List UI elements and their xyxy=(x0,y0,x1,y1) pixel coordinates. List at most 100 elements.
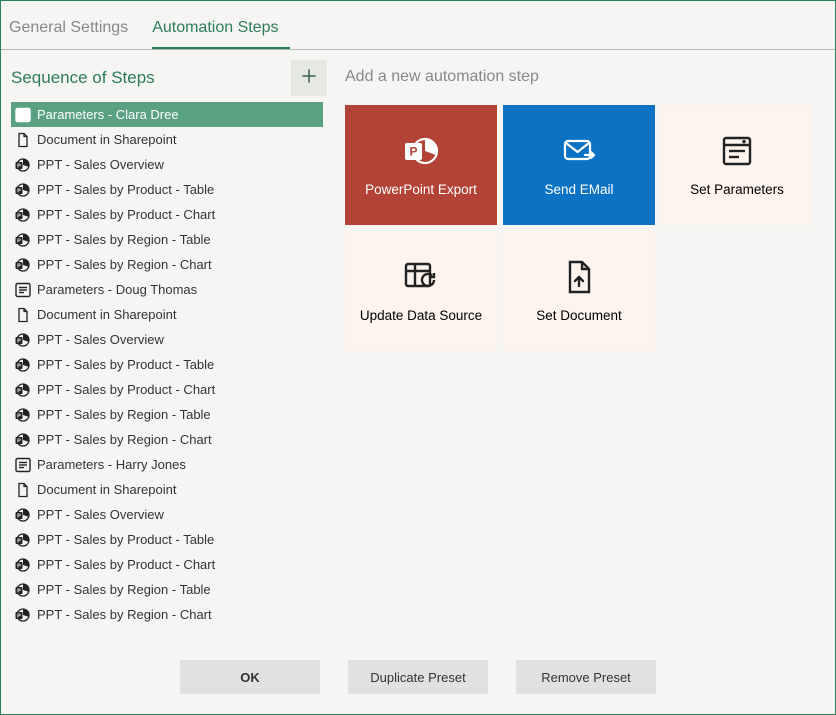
ppt-icon: P xyxy=(15,182,31,198)
step-item-label: PPT - Sales by Product - Table xyxy=(37,357,214,372)
step-item-label: Document in Sharepoint xyxy=(37,307,176,322)
svg-text:P: P xyxy=(17,238,21,244)
tile-set-parameters[interactable]: Set Parameters xyxy=(661,105,813,225)
ppt-icon: P xyxy=(15,607,31,623)
tile-label: Set Parameters xyxy=(690,182,784,199)
ok-button[interactable]: OK xyxy=(180,660,320,694)
step-item[interactable]: P PPT - Sales by Region - Table xyxy=(11,577,323,602)
svg-text:P: P xyxy=(17,388,21,394)
step-item-label: PPT - Sales by Region - Table xyxy=(37,407,211,422)
tile-powerpoint-export[interactable]: PPowerPoint Export xyxy=(345,105,497,225)
ppt-icon: P xyxy=(15,257,31,273)
step-item-label: PPT - Sales by Product - Table xyxy=(37,182,214,197)
step-item-label: PPT - Sales Overview xyxy=(37,157,164,172)
step-item-label: Document in Sharepoint xyxy=(37,482,176,497)
step-item-label: Parameters - Harry Jones xyxy=(37,457,186,472)
duplicate-preset-button[interactable]: Duplicate Preset xyxy=(348,660,488,694)
add-step-button[interactable] xyxy=(291,60,327,96)
params-icon xyxy=(15,282,31,298)
svg-text:P: P xyxy=(17,263,21,269)
ppt-icon: P xyxy=(15,157,31,173)
ppt-icon: P xyxy=(15,507,31,523)
step-item[interactable]: P PPT - Sales Overview xyxy=(11,327,323,352)
ppt-icon: P xyxy=(15,232,31,248)
svg-text:P: P xyxy=(17,213,21,219)
step-item-label: PPT - Sales by Region - Chart xyxy=(37,607,212,622)
step-item[interactable]: Parameters - Clara Dree xyxy=(11,102,323,127)
step-item[interactable]: P PPT - Sales by Region - Table xyxy=(11,402,323,427)
dialog-footer: OK Duplicate Preset Remove Preset xyxy=(1,646,835,714)
svg-text:P: P xyxy=(17,513,21,519)
tile-update-data-source[interactable]: Update Data Source xyxy=(345,231,497,351)
sequence-header: Sequence of Steps xyxy=(1,50,333,102)
step-item[interactable]: P PPT - Sales by Product - Chart xyxy=(11,377,323,402)
sequence-panel: Sequence of Steps Parameters - Clara Dre… xyxy=(1,50,333,646)
automation-dialog: General Settings Automation Steps Sequen… xyxy=(0,0,836,715)
step-item[interactable]: P PPT - Sales by Region - Table xyxy=(11,227,323,252)
remove-preset-button[interactable]: Remove Preset xyxy=(516,660,656,694)
dialog-body: Sequence of Steps Parameters - Clara Dre… xyxy=(1,50,835,646)
step-item-label: Parameters - Clara Dree xyxy=(37,107,179,122)
step-item-label: PPT - Sales Overview xyxy=(37,332,164,347)
ppt-export-icon: P xyxy=(401,132,441,170)
step-type-tiles: PPowerPoint ExportSend EMail Set Paramete… xyxy=(345,105,823,351)
add-step-title: Add a new automation step xyxy=(345,62,823,86)
step-item[interactable]: P PPT - Sales Overview xyxy=(11,502,323,527)
add-step-panel: Add a new automation step PPowerPoint Ex… xyxy=(333,50,835,646)
step-item[interactable]: Document in Sharepoint xyxy=(11,477,323,502)
tab-general-settings[interactable]: General Settings xyxy=(9,13,140,49)
ppt-icon: P xyxy=(15,407,31,423)
params-lg-icon xyxy=(717,132,757,170)
svg-text:P: P xyxy=(17,413,21,419)
step-item[interactable]: PPPT - Sales by Product - Chart xyxy=(11,202,323,227)
refresh-icon xyxy=(401,258,441,296)
step-item-label: PPT - Sales Overview xyxy=(37,507,164,522)
step-item[interactable]: Document in Sharepoint xyxy=(11,302,323,327)
ppt-icon: P xyxy=(15,432,31,448)
step-item-label: PPT - Sales by Product - Table xyxy=(37,532,214,547)
step-item-label: PPT - Sales by Product - Chart xyxy=(37,557,215,572)
ppt-icon: P xyxy=(15,557,31,573)
step-item[interactable]: Parameters - Harry Jones xyxy=(11,452,323,477)
step-item[interactable]: P PPT - Sales by Product - Chart xyxy=(11,552,323,577)
svg-text:P: P xyxy=(409,144,417,158)
doc-icon xyxy=(15,307,31,323)
step-item-label: Parameters - Doug Thomas xyxy=(37,282,197,297)
tile-send-email[interactable]: Send EMail xyxy=(503,105,655,225)
ppt-icon: P xyxy=(15,357,31,373)
step-item-label: PPT - Sales by Region - Table xyxy=(37,582,211,597)
step-item-label: PPT - Sales by Product - Chart xyxy=(37,382,215,397)
step-item[interactable]: PPPT - Sales by Region - Chart xyxy=(11,427,323,452)
step-item[interactable]: Parameters - Doug Thomas xyxy=(11,277,323,302)
svg-text:P: P xyxy=(17,163,21,169)
svg-text:P: P xyxy=(17,588,21,594)
svg-text:P: P xyxy=(17,188,21,194)
step-item-label: PPT - Sales by Region - Table xyxy=(37,232,211,247)
step-item[interactable]: P PPT - Sales by Product - Table xyxy=(11,352,323,377)
svg-text:P: P xyxy=(17,563,21,569)
params-icon xyxy=(15,107,31,123)
ppt-icon: P xyxy=(15,582,31,598)
tab-bar: General Settings Automation Steps xyxy=(1,1,835,50)
doc-icon xyxy=(15,132,31,148)
tile-set-document[interactable]: Set Document xyxy=(503,231,655,351)
tile-label: Set Document xyxy=(536,308,622,325)
step-item[interactable]: P PPT - Sales Overview xyxy=(11,152,323,177)
ppt-icon: P xyxy=(15,332,31,348)
step-item[interactable]: P PPT - Sales by Region - Chart xyxy=(11,252,323,277)
svg-text:P: P xyxy=(17,613,21,619)
svg-text:P: P xyxy=(17,438,21,444)
step-item-label: PPT - Sales by Region - Chart xyxy=(37,257,212,272)
mail-icon xyxy=(559,132,599,170)
tile-label: Update Data Source xyxy=(360,308,482,325)
ppt-icon: P xyxy=(15,207,31,223)
ppt-icon: P xyxy=(15,382,31,398)
step-list: Parameters - Clara Dree Document in Share… xyxy=(1,102,333,646)
tab-automation-steps[interactable]: Automation Steps xyxy=(152,13,290,49)
step-item[interactable]: Document in Sharepoint xyxy=(11,127,323,152)
step-item[interactable]: P PPT - Sales by Region - Chart xyxy=(11,602,323,627)
svg-text:P: P xyxy=(17,338,21,344)
step-item[interactable]: P PPT - Sales by Product - Table xyxy=(11,177,323,202)
step-item[interactable]: PPPT - Sales by Product - Table xyxy=(11,527,323,552)
plus-icon xyxy=(299,66,319,91)
